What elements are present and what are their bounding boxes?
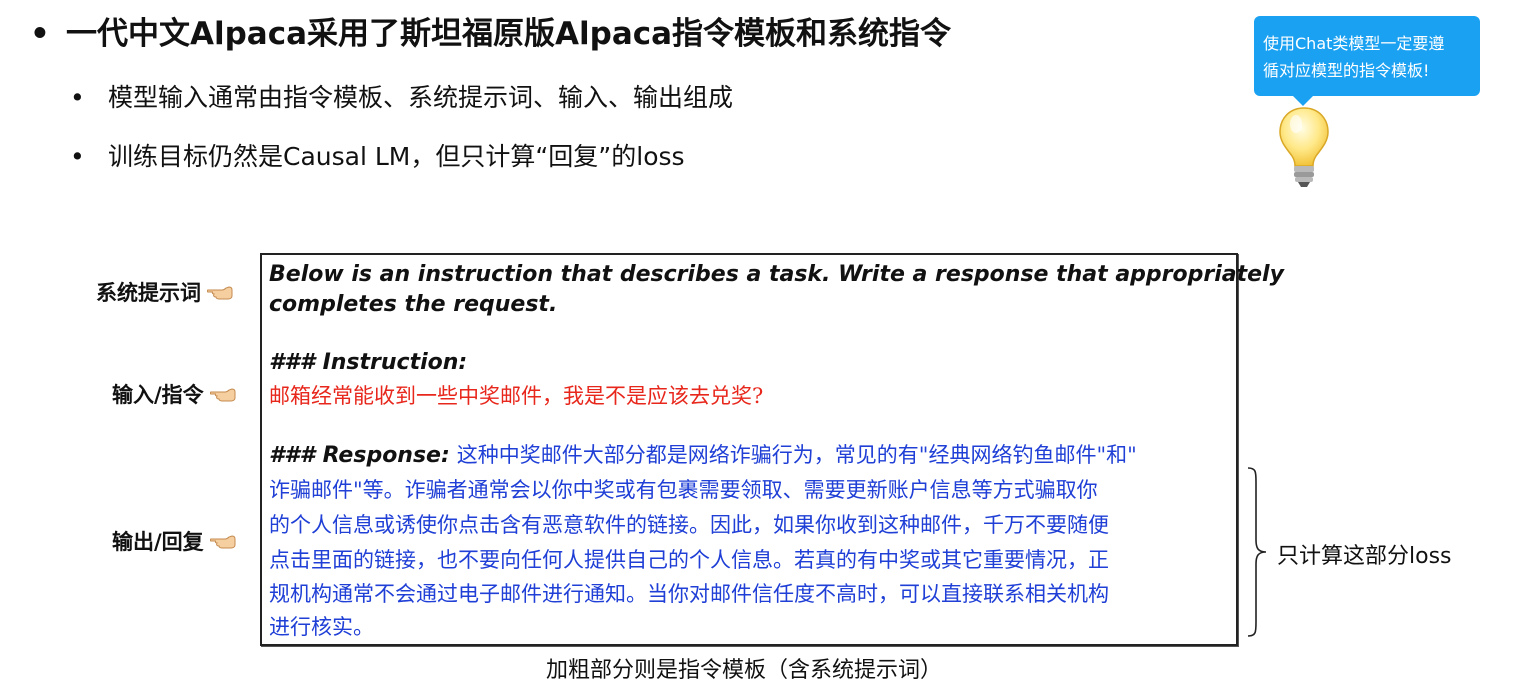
response-text-line: 规机构通常不会通过电子邮件进行通知。当你对邮件信任度不高时，可以直接联系相关机构 [269,582,1109,606]
sub-bullet-text: 模型输入通常由指令模板、系统提示词、输入、输出组成 [108,83,734,112]
template-caption: 加粗部分则是指令模板（含系统提示词） [546,658,943,683]
callout-line-2: 循对应模型的指令模板! [1263,61,1430,80]
bullet-dot: • [70,142,85,171]
pointing-hand-icon [209,535,236,549]
label-text: 输出/回复 [112,530,204,554]
label-output-response: 输出/回复 [112,526,236,556]
bullet-dot: • [70,83,85,112]
response-text-line: 的个人信息或诱使你点击含有恶意软件的链接。因此，如果你收到这种邮件，千万不要随便 [269,513,1109,537]
response-header: ### Response: [269,443,450,468]
instruction-text: 邮箱经常能收到一些中奖邮件，我是不是应该去兑奖? [269,384,764,408]
response-first-line: ### Response: 这种中奖邮件大部分都是网络诈骗行为，常见的有"经典网… [269,440,1137,471]
pointing-hand-icon [209,388,236,402]
callout-line-1: 使用Chat类模型一定要遵 [1263,34,1445,53]
main-heading: 一代中文Alpaca采用了斯坦福原版Alpaca指令模板和系统指令 [66,16,952,52]
prompt-template-box: Below is an instruction that describes a… [260,253,1284,646]
system-prompt-line-2: completes the request. [269,292,558,317]
response-text-line: 诈骗邮件"等。诈骗者通常会以你中奖或有包裹需要领取、需要更新账户信息等方式骗取你 [269,478,1098,502]
response-text-line: 进行核实。 [269,615,374,639]
label-text: 输入/指令 [112,383,204,407]
response-text-line: 点击里面的链接，也不要向任何人提供自己的个人信息。若真的有中奖或其它重要情况，正 [269,548,1109,572]
loss-note: 只计算这部分loss [1277,544,1452,569]
bullet-dot: • [30,16,50,52]
response-text-line: 这种中奖邮件大部分都是网络诈骗行为，常见的有"经典网络钓鱼邮件"和" [456,443,1137,467]
label-input-instruction: 输入/指令 [112,379,236,409]
pointing-hand-icon [207,286,233,300]
sub-bullet-text: 训练目标仍然是Causal LM，但只计算“回复”的loss [108,142,685,171]
lightbulb-icon [1279,107,1329,187]
system-prompt-line-1: Below is an instruction that describes a… [269,262,1284,287]
sub-bullet-2: • 训练目标仍然是Causal LM，但只计算“回复”的loss [70,139,685,175]
tip-callout: 使用Chat类模型一定要遵 循对应模型的指令模板! [1254,16,1480,96]
right-brace [1247,467,1267,637]
label-system-prompt: 系统提示词 [96,277,233,307]
label-text: 系统提示词 [96,281,201,305]
main-bullet: • 一代中文Alpaca采用了斯坦福原版Alpaca指令模板和系统指令 [30,12,951,56]
instruction-header: ### Instruction: [269,350,468,375]
sub-bullet-1: • 模型输入通常由指令模板、系统提示词、输入、输出组成 [70,80,733,116]
